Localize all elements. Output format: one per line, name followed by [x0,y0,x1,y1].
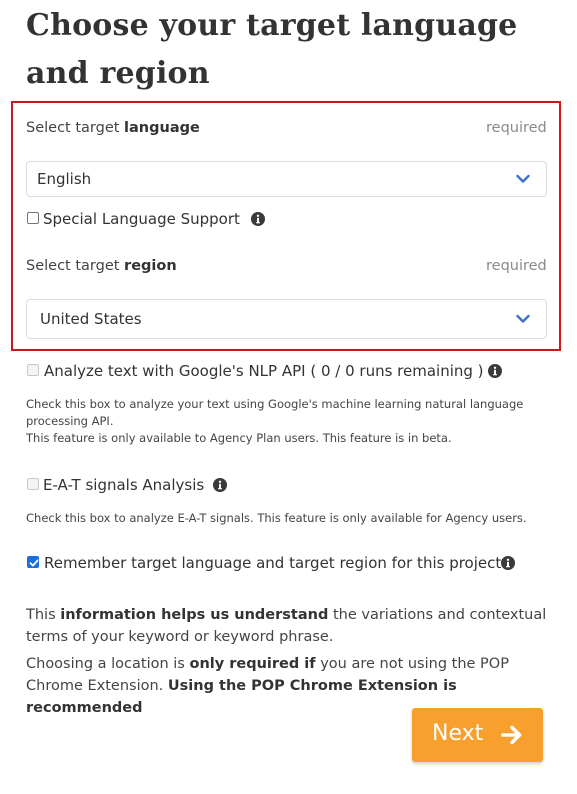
next-button-label: Next [432,721,484,746]
checkmark-icon [29,559,39,567]
nlp-help-line-3: This feature is only available to Agency… [26,431,452,445]
remember-label: Remember target language and target regi… [44,554,502,572]
language-label-prefix: Select target [26,120,125,136]
language-select[interactable]: English [26,161,547,197]
language-label-bold: language [124,120,200,136]
nlp-help-line-2: processing API. [26,414,114,428]
info-p1-bold: information helps us understand [60,607,329,623]
info-icon[interactable] [501,556,515,570]
nlp-help-line-1: Check this box to analyze your text usin… [26,397,524,411]
nlp-label: Analyze text with Google's NLP API ( 0 /… [44,362,484,380]
region-label: Select target region [26,258,177,274]
next-button[interactable]: Next [412,708,543,762]
region-required-text: required [486,258,547,274]
info-icon[interactable] [213,478,227,492]
page-title: Choose your target language and region [26,8,518,91]
info-icon[interactable] [251,212,265,226]
region-label-prefix: Select target [26,258,125,274]
remember-checkbox[interactable] [27,556,39,568]
eat-checkbox[interactable] [27,478,39,490]
language-select-value: English [37,170,92,188]
special-language-label: Special Language Support [43,210,240,228]
info-p2-bold-1: only required if [189,656,316,672]
region-select-value: United States [40,310,142,328]
region-label-bold: region [124,258,177,274]
info-p1-text-a: This [26,607,61,623]
eat-label: E-A-T signals Analysis [43,476,205,494]
region-select[interactable]: United States [26,299,547,339]
nlp-checkbox[interactable] [27,364,39,376]
info-icon[interactable] [488,364,502,378]
special-language-checkbox[interactable] [27,212,39,224]
chevron-down-icon [516,174,530,183]
arrow-right-icon [501,725,522,745]
language-label: Select target language [26,120,200,136]
nlp-help-text: Check this box to analyze your text usin… [26,396,556,447]
chevron-down-icon [516,314,530,323]
language-required-text: required [486,120,547,136]
info-paragraph-1: This information helps us understand the… [26,604,556,648]
info-p2-text-a: Choosing a location is [26,656,190,672]
eat-help-text: Check this box to analyze E-A-T signals.… [26,511,527,525]
